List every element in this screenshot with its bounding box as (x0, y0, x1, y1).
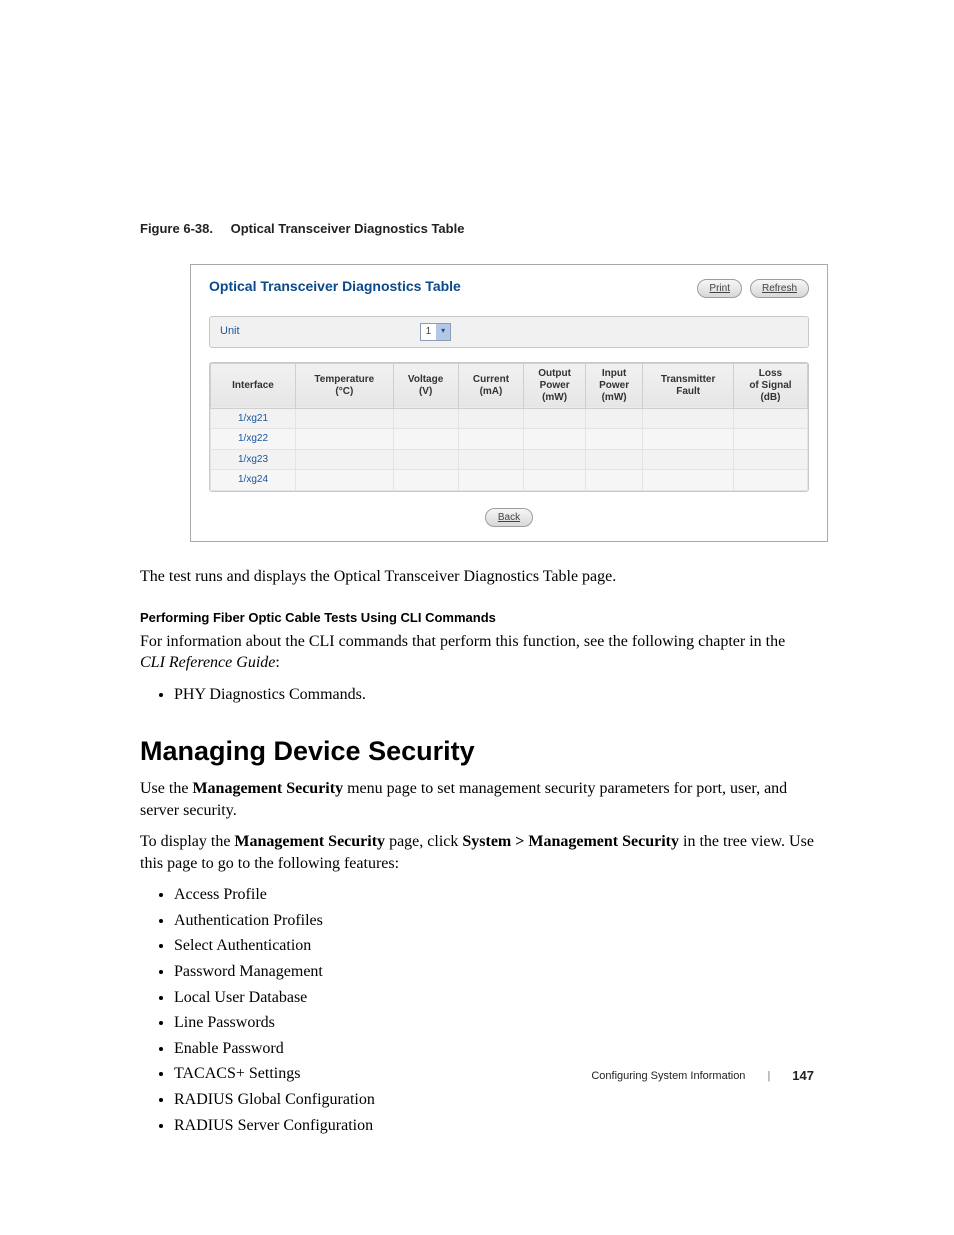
unit-panel: Unit 1 ▾ (209, 316, 809, 348)
list-item: Authentication Profiles (174, 910, 814, 932)
col-tx-fault: Transmitter Fault (643, 363, 733, 408)
footer-section: Configuring System Information (591, 1069, 745, 1084)
list-item: Enable Password (174, 1038, 814, 1060)
back-button[interactable]: Back (485, 508, 533, 527)
app-screenshot: Optical Transceiver Diagnostics Table Pr… (190, 264, 828, 542)
col-current: Current (mA) (458, 363, 524, 408)
figure-caption: Figure 6-38. Optical Transceiver Diagnos… (140, 220, 814, 238)
paragraph: Use the Management Security menu page to… (140, 778, 814, 821)
cell-interface: 1/xg22 (211, 429, 296, 450)
table-row: 1/xg24 (211, 470, 808, 491)
bold-mgmt-security: Management Security (192, 780, 343, 797)
list-item: RADIUS Server Configuration (174, 1115, 814, 1137)
refresh-button[interactable]: Refresh (750, 279, 809, 298)
unit-select-value: 1 (421, 325, 437, 339)
list-item: Local User Database (174, 987, 814, 1009)
feature-list: Access Profile Authentication Profiles S… (174, 884, 814, 1136)
footer-separator: | (767, 1069, 770, 1084)
diagnostics-table: Interface Temperature (°C) Voltage (V) C… (209, 362, 809, 492)
col-output-power: Output Power (mW) (524, 363, 585, 408)
paragraph: To display the Management Security page,… (140, 831, 814, 874)
col-loss-signal: Loss of Signal (dB) (733, 363, 807, 408)
cell-interface: 1/xg23 (211, 449, 296, 470)
subheading-cli: Performing Fiber Optic Cable Tests Using… (140, 609, 814, 627)
cell-interface: 1/xg21 (211, 408, 296, 429)
list-item: PHY Diagnostics Commands. (174, 684, 814, 706)
paragraph: For information about the CLI commands t… (140, 631, 814, 674)
table-row: 1/xg21 (211, 408, 808, 429)
col-voltage: Voltage (V) (393, 363, 458, 408)
list-item: Line Passwords (174, 1012, 814, 1034)
bold-breadcrumb: System > Management Security (462, 833, 679, 850)
col-interface: Interface (211, 363, 296, 408)
col-temperature: Temperature (°C) (296, 363, 394, 408)
bold-mgmt-security-2: Management Security (234, 833, 385, 850)
chevron-down-icon: ▾ (436, 324, 450, 340)
table-row: 1/xg22 (211, 429, 808, 450)
unit-select[interactable]: 1 ▾ (420, 323, 452, 341)
table-row: 1/xg23 (211, 449, 808, 470)
paragraph: The test runs and displays the Optical T… (140, 566, 814, 588)
app-title: Optical Transceiver Diagnostics Table (209, 277, 461, 296)
list-item: Select Authentication (174, 935, 814, 957)
list-item: Access Profile (174, 884, 814, 906)
cli-ref-guide: CLI Reference Guide (140, 654, 275, 671)
list-item: Password Management (174, 961, 814, 983)
figure-title: Optical Transceiver Diagnostics Table (231, 221, 465, 236)
page-footer: Configuring System Information | 147 (591, 1067, 814, 1085)
list-item: RADIUS Global Configuration (174, 1089, 814, 1111)
figure-number: Figure 6-38. (140, 221, 213, 236)
unit-label: Unit (220, 324, 240, 339)
col-input-power: Input Power (mW) (585, 363, 643, 408)
heading-managing-device-security: Managing Device Security (140, 733, 814, 769)
print-button[interactable]: Print (697, 279, 742, 298)
cell-interface: 1/xg24 (211, 470, 296, 491)
footer-page-number: 147 (792, 1067, 814, 1085)
